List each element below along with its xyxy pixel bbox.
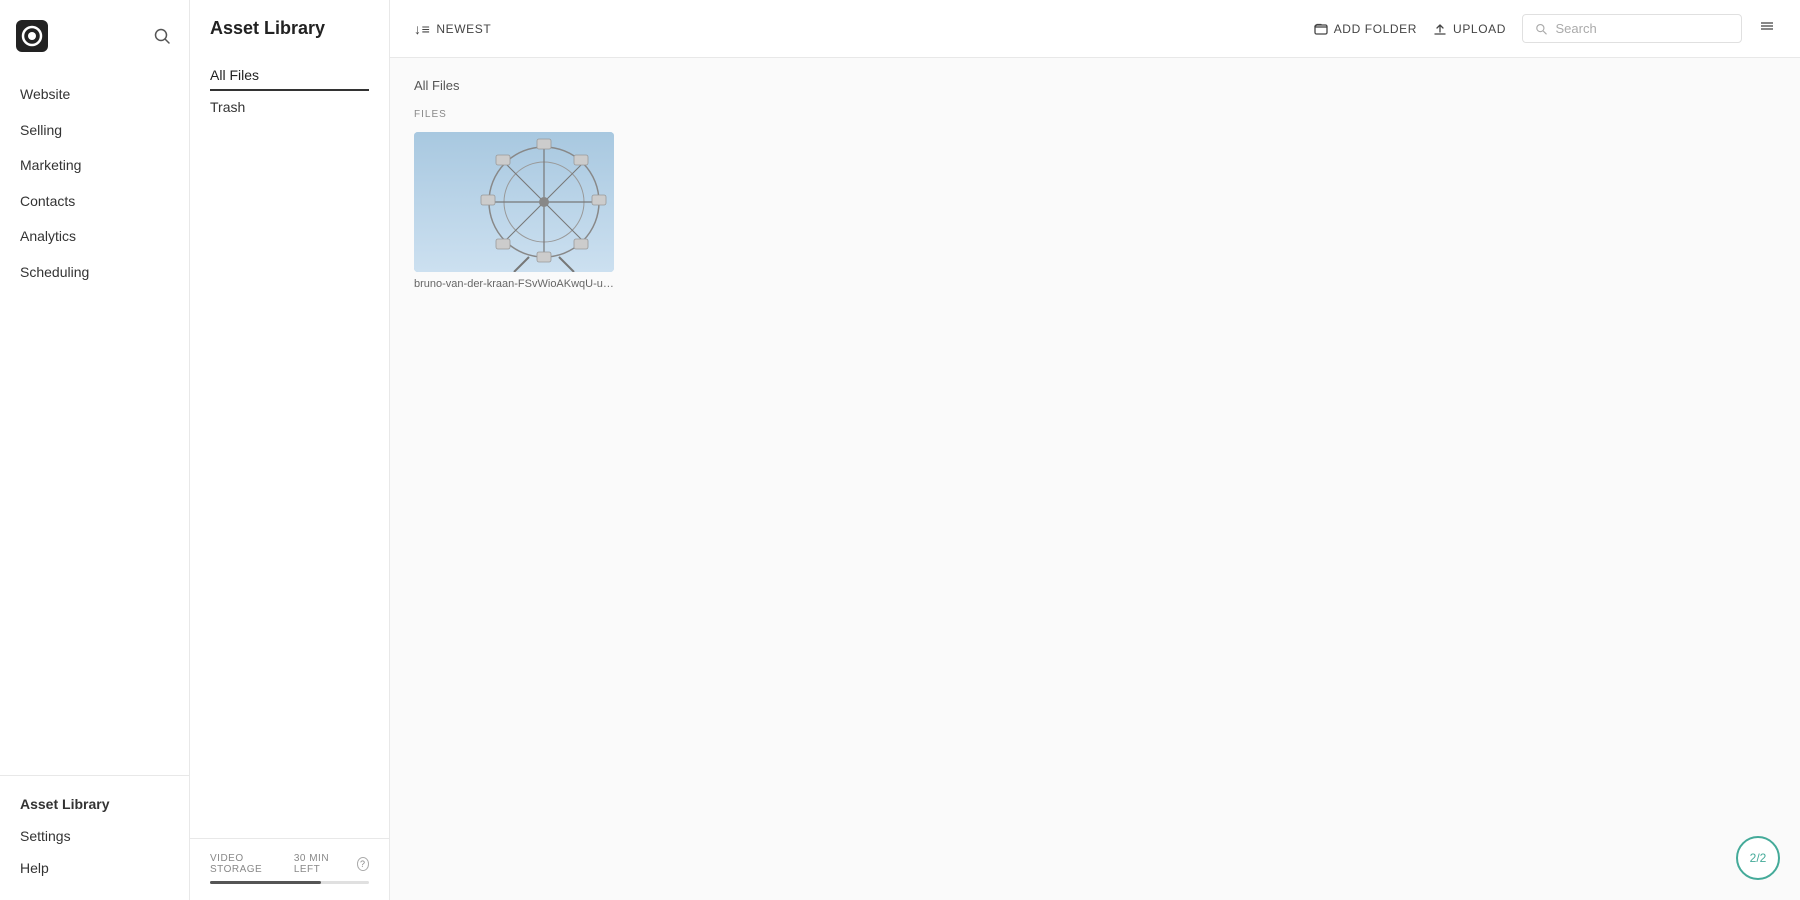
sidebar-item-help[interactable]: Help <box>0 852 189 884</box>
sidebar-item-contacts[interactable]: Contacts <box>0 184 189 220</box>
file-thumbnail <box>414 132 614 272</box>
sidebar-item-scheduling[interactable]: Scheduling <box>0 255 189 291</box>
search-icon <box>1535 22 1548 36</box>
sidebar-item-analytics[interactable]: Analytics <box>0 219 189 255</box>
folder-panel-title: Asset Library <box>190 0 389 55</box>
add-folder-button[interactable]: ADD FOLDER <box>1314 22 1417 36</box>
sidebar-logo-area <box>0 16 189 77</box>
squarespace-logo-icon[interactable] <box>16 20 48 57</box>
breadcrumb: All Files <box>414 78 1776 93</box>
folder-icon <box>1314 22 1328 36</box>
storage-bar-fill <box>210 881 321 884</box>
folder-nav-all-files[interactable]: All Files <box>190 59 389 91</box>
search-box[interactable] <box>1522 14 1742 43</box>
main-body: All Files FILES <box>390 58 1800 900</box>
sort-label: NEWEST <box>436 22 491 36</box>
folder-nav: All Files Trash <box>190 55 389 838</box>
folder-panel-footer: VIDEO STORAGE 30 MIN LEFT ? <box>190 838 389 900</box>
sidebar-item-selling[interactable]: Selling <box>0 113 189 149</box>
files-section-label: FILES <box>414 109 1776 120</box>
sidebar-item-asset-library[interactable]: Asset Library <box>0 788 189 820</box>
sidebar-bottom: Asset Library Settings Help <box>0 775 189 884</box>
files-grid: bruno-van-der-kraan-FSvWioAKwqU-unsplas.… <box>414 132 1776 290</box>
sidebar-item-settings[interactable]: Settings <box>0 820 189 852</box>
sidebar-search-button[interactable] <box>151 25 173 52</box>
storage-bar-bg <box>210 881 369 884</box>
file-name: bruno-van-der-kraan-FSvWioAKwqU-unsplas.… <box>414 278 614 290</box>
upload-icon <box>1433 22 1447 36</box>
main-header: ↓≡ NEWEST ADD FOLDER UPLOAD <box>390 0 1800 58</box>
sidebar-item-marketing[interactable]: Marketing <box>0 148 189 184</box>
storage-label: VIDEO STORAGE 30 MIN LEFT ? <box>210 853 369 875</box>
storage-time: 30 MIN LEFT <box>294 853 351 875</box>
view-toggle-button[interactable] <box>1758 17 1776 40</box>
upload-button[interactable]: UPLOAD <box>1433 22 1506 36</box>
search-input[interactable] <box>1556 21 1729 36</box>
storage-help-icon[interactable]: ? <box>357 857 369 871</box>
sidebar-nav: Website Selling Marketing Contacts Analy… <box>0 77 189 775</box>
sort-icon: ↓≡ <box>414 21 430 37</box>
main-content: ↓≡ NEWEST ADD FOLDER UPLOAD <box>390 0 1800 900</box>
grid-view-icon <box>1758 17 1776 35</box>
topbar-actions: ADD FOLDER UPLOAD <box>1314 14 1776 43</box>
folder-nav-trash[interactable]: Trash <box>190 91 389 123</box>
folder-panel: Asset Library All Files Trash VIDEO STOR… <box>190 0 390 900</box>
sidebar-item-website[interactable]: Website <box>0 77 189 113</box>
page-indicator[interactable]: 2/2 <box>1736 836 1780 880</box>
sort-button[interactable]: ↓≡ NEWEST <box>414 21 491 37</box>
left-sidebar: Website Selling Marketing Contacts Analy… <box>0 0 190 900</box>
file-item[interactable]: bruno-van-der-kraan-FSvWioAKwqU-unsplas.… <box>414 132 614 290</box>
